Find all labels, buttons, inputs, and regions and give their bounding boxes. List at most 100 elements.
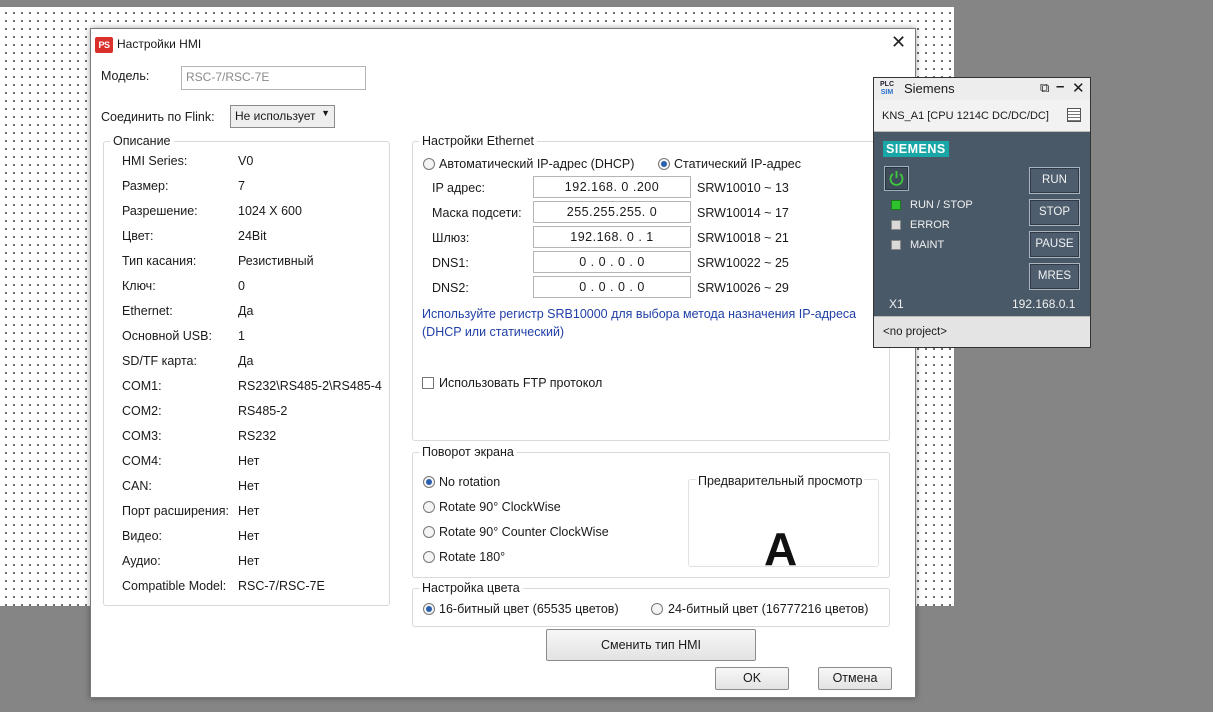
preview-title: Предварительный просмотр xyxy=(696,474,865,488)
description-title: Описание xyxy=(110,134,174,148)
static-ip-radio[interactable] xyxy=(658,158,670,170)
description-label: HMI Series: xyxy=(122,154,188,168)
plcsim-project-bar: KNS_A1 [CPU 1214C DC/DC/DC] xyxy=(874,100,1090,132)
chevron-down-icon: ▼ xyxy=(321,108,330,118)
description-value: 1 xyxy=(238,329,245,343)
description-label: Основной USB: xyxy=(122,329,212,343)
cancel-button[interactable]: Отмена xyxy=(818,667,892,690)
close-icon[interactable]: ✕ xyxy=(1072,79,1085,97)
app-icon: PS xyxy=(95,37,113,53)
description-value: Нет xyxy=(238,479,260,493)
flink-select-value: Не использует xyxy=(235,109,316,123)
ethernet-field-label: DNS2: xyxy=(432,281,469,295)
description-value: Да xyxy=(238,304,254,318)
description-value: RS232 xyxy=(238,429,277,443)
color-24bit-radio[interactable] xyxy=(651,603,663,615)
plcsim-project: KNS_A1 [CPU 1214C DC/DC/DC] xyxy=(882,110,1049,122)
description-label: Разрешение: xyxy=(122,204,198,218)
rotation-radio[interactable] xyxy=(423,501,435,513)
interface-label: X1 xyxy=(889,297,904,311)
description-label: COM3: xyxy=(122,429,162,443)
description-value: 24Bit xyxy=(238,229,267,243)
ip-address-input[interactable]: 0 . 0 . 0 . 0 xyxy=(533,276,691,298)
rotation-title: Поворот экрана xyxy=(419,445,517,459)
restore-icon[interactable]: ⧉ xyxy=(1040,80,1049,96)
rotation-radio[interactable] xyxy=(423,551,435,563)
preview-box: Предварительный просмотр A xyxy=(688,474,879,575)
description-label: Ключ: xyxy=(122,279,156,293)
rotation-group: Поворот экрана No rotation Rotate 90° Clo… xyxy=(412,445,890,578)
description-label: Порт расширения: xyxy=(122,504,230,518)
ip-address-input[interactable]: 255.255.255. 0 xyxy=(533,201,691,223)
ip-hint-line2: (DHCP или статический) xyxy=(422,325,565,339)
description-label: SD/TF карта: xyxy=(122,354,197,368)
dhcp-radio[interactable] xyxy=(423,158,435,170)
color-16bit-radio[interactable] xyxy=(423,603,435,615)
error-led-label: ERROR xyxy=(910,219,950,231)
change-hmi-type-button[interactable]: Сменить тип HMI xyxy=(546,629,756,661)
ethernet-field-label: Маска подсети: xyxy=(432,206,522,220)
description-label: Размер: xyxy=(122,179,169,193)
run-button[interactable]: RUN xyxy=(1029,167,1080,194)
plcsim-logo: PLC SIM xyxy=(880,81,894,96)
description-label: Ethernet: xyxy=(122,304,173,318)
description-label: Цвет: xyxy=(122,229,154,243)
color-16bit-label: 16-битный цвет (65535 цветов) xyxy=(439,602,619,616)
ip-address-input[interactable]: 0 . 0 . 0 . 0 xyxy=(533,251,691,273)
color-title: Настройка цвета xyxy=(419,581,523,595)
flink-select[interactable]: Не использует ▼ xyxy=(230,105,335,128)
static-ip-label: Статический IP-адрес xyxy=(674,157,801,171)
description-value: 0 xyxy=(238,279,245,293)
description-value: 1024 X 600 xyxy=(238,204,302,218)
mres-button[interactable]: MRES xyxy=(1029,263,1080,290)
description-value: Да xyxy=(238,354,254,368)
description-value: 7 xyxy=(238,179,245,193)
plcsim-window: PLC SIM Siemens ⧉ – ✕ KNS_A1 [CPU 1214C D… xyxy=(873,77,1091,348)
model-label: Модель: xyxy=(101,69,150,83)
description-label: COM1: xyxy=(122,379,162,393)
ethernet-field-label: Шлюз: xyxy=(432,231,470,245)
ip-address-input[interactable]: 192.168. 0 . 1 xyxy=(533,226,691,248)
rotation-radio[interactable] xyxy=(423,476,435,488)
ftp-checkbox[interactable] xyxy=(422,377,434,389)
ethernet-group: Настройки Ethernet Автоматический IP-адр… xyxy=(412,134,890,441)
description-group: Описание HMI Series: V0 Размер: 7 Разрешение… xyxy=(103,134,390,606)
minimize-icon[interactable]: – xyxy=(1056,78,1064,95)
plcsim-titlebar[interactable]: PLC SIM Siemens ⧉ – ✕ xyxy=(874,78,1090,100)
description-value: V0 xyxy=(238,154,254,168)
project-status: <no project> xyxy=(883,326,947,338)
rotation-option-label: No rotation xyxy=(439,475,501,489)
model-field[interactable]: RSC-7/RSC-7E xyxy=(181,66,366,90)
rotation-option-label: Rotate 90° ClockWise xyxy=(439,500,561,514)
description-label: Видео: xyxy=(122,529,162,543)
plc-ip-address: 192.168.0.1 xyxy=(1012,297,1076,311)
stop-button[interactable]: STOP xyxy=(1029,199,1080,226)
description-value: Нет xyxy=(238,554,260,568)
description-value: Нет xyxy=(238,504,260,518)
ftp-label: Использовать FTP протокол xyxy=(439,376,603,390)
rotation-option-label: Rotate 90° Counter ClockWise xyxy=(439,525,609,539)
description-label: Тип касания: xyxy=(122,254,197,268)
register-range: SRW10026 ~ 29 xyxy=(697,281,789,295)
ok-button[interactable]: OK xyxy=(715,667,789,690)
description-value: Резистивный xyxy=(238,254,314,268)
description-value: RSC-7/RSC-7E xyxy=(238,579,325,593)
register-range: SRW10022 ~ 25 xyxy=(697,256,789,270)
rotation-radio[interactable] xyxy=(423,526,435,538)
ip-hint-line1: Используйте регистр SRB10000 для выбора … xyxy=(422,307,857,321)
siemens-brand: SIEMENS xyxy=(883,141,949,157)
list-icon[interactable] xyxy=(1067,108,1081,122)
power-button[interactable] xyxy=(884,166,909,191)
pause-button[interactable]: PAUSE xyxy=(1029,231,1080,258)
plcsim-status-bar: <no project> xyxy=(874,316,1090,347)
ip-address-input[interactable]: 192.168. 0 .200 xyxy=(533,176,691,198)
description-value: RS232\RS485-2\RS485-4 xyxy=(238,379,382,393)
preview-letter: A xyxy=(764,523,798,575)
description-label: COM4: xyxy=(122,454,162,468)
ethernet-title: Настройки Ethernet xyxy=(419,134,538,148)
rotation-option-label: Rotate 180° xyxy=(439,550,506,564)
maint-led xyxy=(891,240,901,250)
ethernet-field-label: DNS1: xyxy=(432,256,469,270)
color-group: Настройка цвета 16-битный цвет (65535 цв… xyxy=(412,581,890,627)
close-icon[interactable]: ✕ xyxy=(891,32,906,53)
